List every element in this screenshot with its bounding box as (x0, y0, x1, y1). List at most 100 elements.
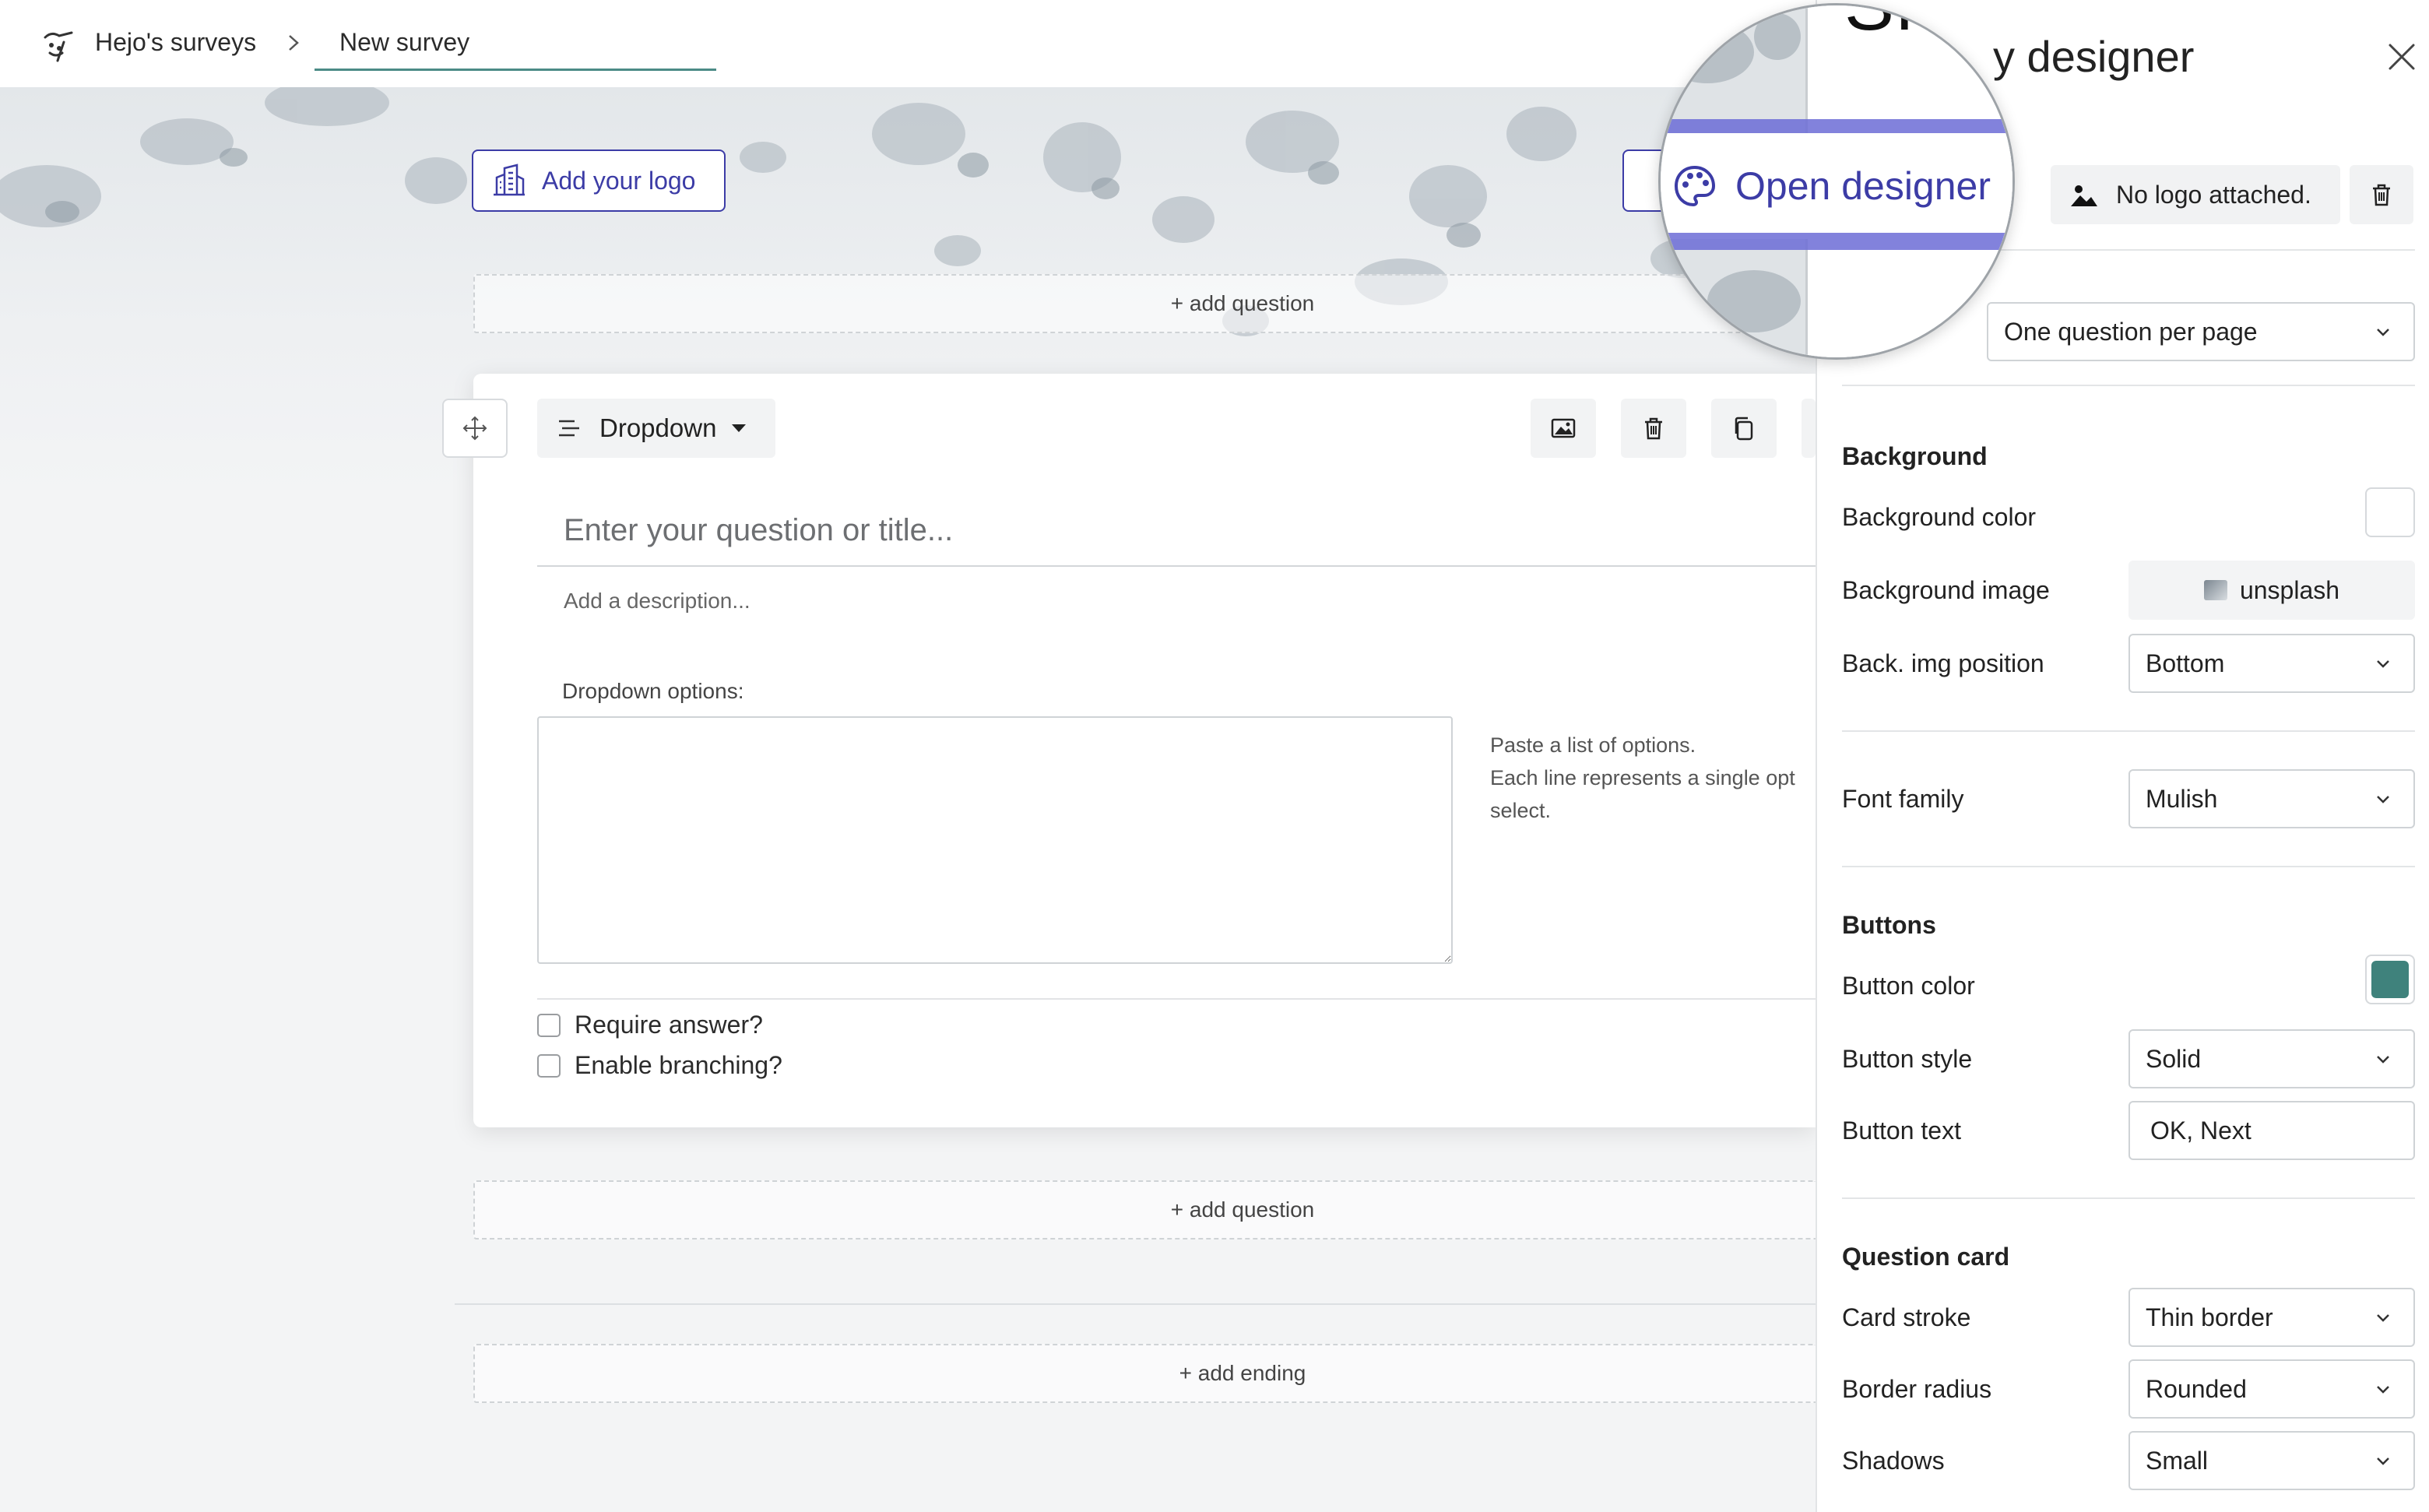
question-card: Dropdown Dropdown options: (473, 374, 1816, 1127)
trash-icon (2373, 184, 2390, 206)
panel-divider (1842, 866, 2415, 867)
border-radius-label: Border radius (1842, 1375, 1992, 1403)
copy-icon (1735, 417, 1753, 441)
card-stroke-select[interactable]: Thin border (2128, 1288, 2415, 1347)
breadcrumb-current[interactable]: New survey (339, 28, 469, 57)
add-logo-button[interactable]: Add your logo (472, 149, 726, 212)
button-style-label: Button style (1842, 1045, 1973, 1073)
require-answer-checkbox[interactable]: Require answer? (537, 1011, 763, 1039)
enable-branching-label: Enable branching? (575, 1051, 782, 1079)
duplicate-question-button[interactable] (1711, 399, 1777, 458)
delete-question-button[interactable] (1621, 399, 1686, 458)
button-style-value: Solid (2146, 1044, 2202, 1073)
chevron-down-icon (2377, 329, 2389, 336)
dropdown-options-label: Dropdown options: (562, 679, 744, 703)
lines-icon (559, 420, 579, 437)
card-stroke-label: Card stroke (1842, 1303, 1971, 1331)
breadcrumb-home-link[interactable]: Hejo's surveys (95, 28, 256, 57)
chevron-down-icon (2377, 1457, 2389, 1465)
background-position-label: Back. img position (1842, 649, 2044, 677)
shadows-select[interactable]: Small (2128, 1431, 2415, 1490)
question-type-select[interactable]: Dropdown (537, 399, 775, 458)
panel-divider (1842, 730, 2415, 732)
button-color-label: Button color (1842, 972, 1975, 1000)
font-family-select[interactable]: Mulish (2128, 769, 2415, 828)
magnifier-overlay: Sı Open designer (1658, 3, 2015, 360)
question-type-label: Dropdown (599, 413, 717, 442)
add-ending-row[interactable]: + add ending (473, 1344, 1816, 1403)
chevron-down-icon (2377, 1056, 2389, 1064)
trash-icon (1645, 417, 1662, 440)
chevron-down-icon (2377, 796, 2389, 803)
background-heading: Background (1842, 442, 1988, 470)
chevron-down-icon (2377, 660, 2389, 668)
top-bar: Hejo's surveys New survey (0, 0, 1816, 87)
brand-logo-icon[interactable] (40, 26, 78, 64)
enable-branching-box[interactable] (537, 1053, 561, 1078)
endings-divider (455, 1303, 1816, 1305)
button-color-swatch[interactable] (2365, 955, 2415, 1004)
background-image-value: unsplash (2239, 575, 2340, 604)
magnified-border-bottom (1661, 233, 2012, 250)
shadows-value: Small (2146, 1446, 2209, 1475)
background-color-label: Background color (1842, 503, 2037, 531)
chevron-down-icon (2377, 1386, 2389, 1394)
image-icon (2071, 185, 2097, 206)
dropdown-options-textarea[interactable] (537, 716, 1453, 964)
breadcrumb-underline (315, 69, 716, 71)
layout-select[interactable]: One question per page (1987, 302, 2415, 361)
open-designer-label: Open designer (1735, 164, 1991, 208)
button-text-label: Button text (1842, 1116, 1961, 1145)
font-family-value: Mulish (2146, 784, 2218, 813)
card-divider (537, 998, 1816, 1000)
button-text-input[interactable] (2128, 1101, 2415, 1160)
add-question-label-2: + add question (1170, 1197, 1315, 1222)
background-position-value: Bottom (2146, 649, 2225, 677)
border-radius-select[interactable]: Rounded (2128, 1359, 2415, 1419)
background-image-label: Background image (1842, 576, 2050, 604)
help-line-2: Each line represents a single opt (1490, 766, 1795, 789)
background-color-swatch[interactable] (2365, 487, 2415, 537)
open-designer-button[interactable]: Open designer (1661, 133, 2012, 239)
chevron-right-icon (289, 35, 299, 51)
layout-value: One question per page (2004, 317, 2258, 346)
drag-handle[interactable] (442, 399, 508, 458)
add-image-button[interactable] (1531, 399, 1596, 458)
logo-status-label: No logo attached. (2116, 180, 2311, 209)
panel-divider (1842, 385, 2415, 386)
question-description-input[interactable] (537, 578, 1816, 624)
add-ending-label: + add ending (1179, 1361, 1306, 1385)
shadows-label: Shadows (1842, 1447, 1945, 1475)
button-color-fill (2371, 961, 2409, 998)
move-icon (462, 416, 487, 441)
designer-title: y designer (1993, 32, 2195, 81)
question-title-input[interactable] (537, 495, 1816, 567)
remove-logo-button[interactable] (2350, 165, 2413, 224)
border-radius-value: Rounded (2146, 1374, 2247, 1403)
add-question-row-bottom[interactable]: + add question (473, 1180, 1816, 1239)
more-tool-button-partial[interactable] (1802, 399, 1816, 458)
panel-divider (1842, 1197, 2415, 1199)
background-position-select[interactable]: Bottom (2128, 634, 2415, 693)
add-logo-label: Add your logo (542, 166, 696, 195)
card-stroke-value: Thin border (2146, 1303, 2273, 1331)
font-family-label: Font family (1842, 785, 1964, 813)
add-question-label: + add question (1170, 291, 1315, 315)
button-style-select[interactable]: Solid (2128, 1029, 2415, 1088)
building-icon (494, 164, 525, 196)
question-card-heading: Question card (1842, 1243, 2010, 1271)
background-image-button[interactable]: unsplash (2128, 561, 2415, 620)
caret-down-icon (732, 424, 747, 432)
require-answer-label: Require answer? (575, 1011, 763, 1039)
enable-branching-checkbox[interactable]: Enable branching? (537, 1051, 782, 1080)
add-question-row-top[interactable]: + add question (473, 274, 1816, 333)
close-icon[interactable] (2385, 40, 2418, 73)
chevron-down-icon (2377, 1314, 2389, 1322)
image-icon (1551, 418, 1576, 438)
logo-status-button[interactable]: No logo attached. (2051, 165, 2340, 224)
require-answer-box[interactable] (537, 1013, 561, 1037)
image-thumbnail-icon (2203, 580, 2227, 600)
magnified-title-fragment: Sı (1844, 3, 1915, 46)
help-line-1: Paste a list of options. (1490, 733, 1696, 757)
buttons-heading: Buttons (1842, 911, 1936, 939)
